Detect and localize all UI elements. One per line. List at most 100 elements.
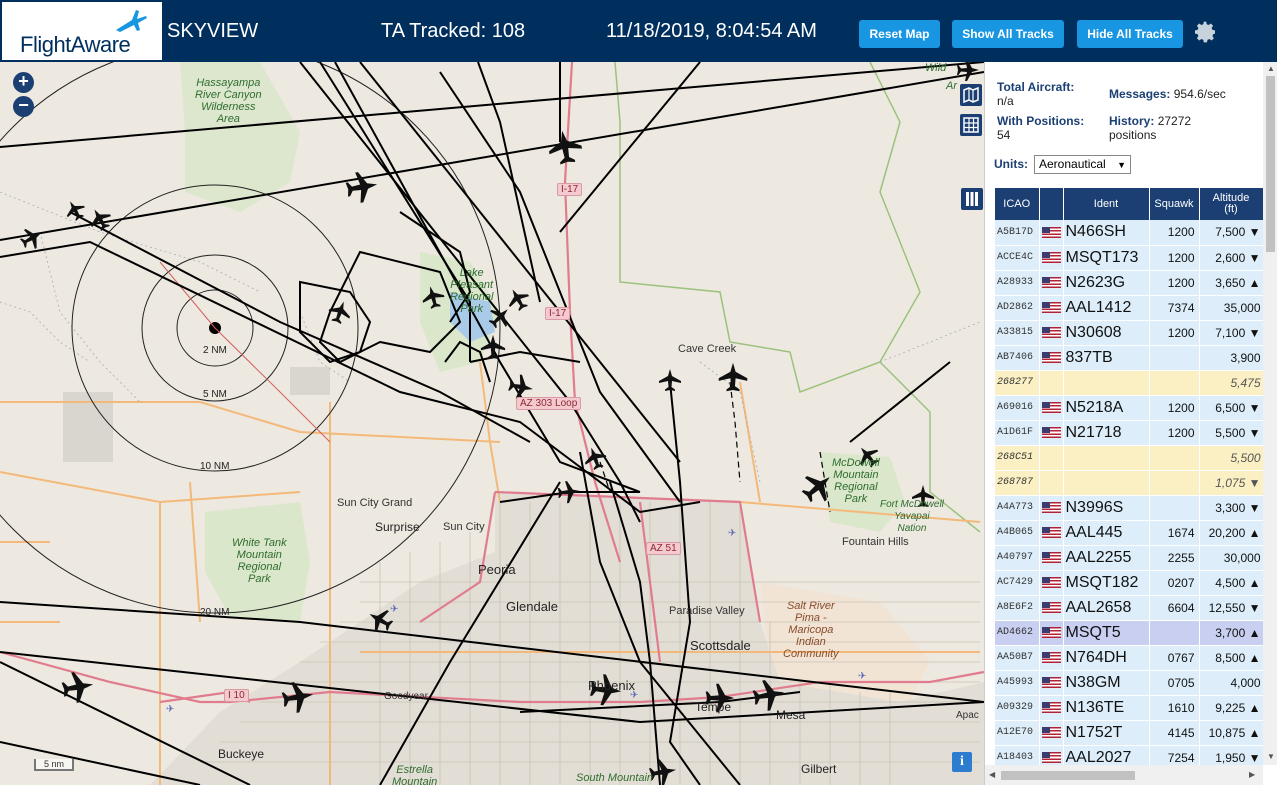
col-header-altitude[interactable]: Altitude (ft)	[1199, 188, 1263, 220]
label-gilbert: Gilbert	[801, 762, 837, 776]
table-row[interactable]: A12E70 N1752T 4145 10,875 ▲	[995, 720, 1263, 746]
label-mcdowell: McDowell Mountain Regional Park	[832, 457, 880, 505]
table-row[interactable]: ACCE4C MSQT173 1200 2,600 ▼	[995, 245, 1263, 271]
with-positions-stat: With Positions: 54	[997, 114, 1084, 142]
svg-text:✈: ✈	[728, 528, 736, 539]
settings-gear-icon[interactable]	[1194, 20, 1218, 44]
label-fort-mcdowell: Fort McDowell Yavapai Nation	[880, 499, 944, 534]
flightaware-logo[interactable]: FlightAware	[2, 2, 162, 60]
label-scottsdale: Scottsdale	[690, 638, 751, 653]
table-row[interactable]: AB7406 837TB 3,900	[995, 345, 1263, 371]
zoom-out-button[interactable]: −	[13, 96, 34, 117]
table-header-row: ICAO Ident Squawk Altitude (ft)	[995, 188, 1263, 220]
history-label: History:	[1109, 114, 1155, 128]
table-row[interactable]: AA50B7 N764DH 0767 8,500 ▲	[995, 645, 1263, 671]
map-view[interactable]: ✈ ✈ ✈ ✈ ✈ Hassayampa River Canyon Wilder…	[0, 62, 984, 785]
cell-squawk: 0767	[1149, 645, 1200, 671]
cell-squawk: 1610	[1149, 695, 1200, 721]
table-row[interactable]: A1D61F N21718 1200 5,500 ▼	[995, 420, 1263, 446]
cell-squawk: 1200	[1149, 270, 1200, 296]
cell-flag	[1039, 395, 1064, 421]
table-row[interactable]: AC7429 MSQT182 0207 4,500 ▲	[995, 570, 1263, 596]
scroll-up-icon[interactable]: ▲	[1267, 64, 1275, 73]
show-all-tracks-button[interactable]: Show All Tracks	[952, 20, 1064, 48]
cell-ident: AAL2658	[1063, 595, 1150, 621]
hide-all-tracks-button[interactable]: Hide All Tracks	[1077, 20, 1183, 48]
table-row[interactable]: A4A773 N3996S 3,300 ▼	[995, 495, 1263, 521]
cell-icao: AD4662	[995, 620, 1040, 646]
info-button[interactable]: i	[952, 752, 972, 772]
cell-altitude: 3,650 ▲	[1199, 270, 1263, 296]
tracked-count: TA Tracked: 108	[381, 20, 526, 42]
skyview-app: FlightAware SKYVIEW TA Tracked: 108 11/1…	[0, 0, 1277, 785]
table-row[interactable]: AD4662 MSQT5 3,700 ▲	[995, 620, 1263, 646]
map-layers-icon[interactable]	[960, 84, 982, 106]
messages-stat: Messages: 954.6/sec	[1109, 87, 1226, 101]
table-row[interactable]: 268277 5,475	[995, 370, 1263, 396]
zoom-in-button[interactable]: +	[13, 72, 34, 93]
cell-squawk: 2255	[1149, 545, 1200, 571]
cell-icao: A45993	[995, 670, 1040, 696]
scroll-left-icon[interactable]: ◀	[989, 770, 995, 779]
us-flag-icon	[1041, 676, 1061, 688]
cell-flag	[1039, 320, 1064, 346]
cell-ident: MSQT5	[1063, 620, 1150, 646]
cell-icao: A28933	[995, 270, 1040, 296]
col-header-icao[interactable]: ICAO	[995, 188, 1040, 220]
table-row[interactable]: 268C51 5,500	[995, 445, 1263, 471]
col-header-ident[interactable]: Ident	[1063, 188, 1150, 220]
table-view-icon[interactable]	[960, 114, 982, 136]
cell-icao: AA50B7	[995, 645, 1040, 671]
label-peoria: Peoria	[478, 562, 516, 577]
horizontal-scroll-thumb[interactable]	[1001, 771, 1135, 780]
highway-i17-mid: I-17	[545, 307, 571, 320]
col-header-squawk[interactable]: Squawk	[1149, 188, 1200, 220]
table-row[interactable]: A18403 AAL2027 7254 1,950 ▼	[995, 745, 1263, 765]
cell-ident: MSQT173	[1063, 245, 1150, 271]
us-flag-icon	[1041, 701, 1061, 713]
units-label: Units:	[994, 157, 1028, 171]
table-row[interactable]: A09329 N136TE 1610 9,225 ▲	[995, 695, 1263, 721]
table-row[interactable]: A69016 N5218A 1200 6,500 ▼	[995, 395, 1263, 421]
reset-map-button[interactable]: Reset Map	[859, 20, 940, 48]
table-row[interactable]: A33815 N30608 1200 7,100 ▼	[995, 320, 1263, 346]
cell-flag	[1039, 745, 1064, 765]
label-goodyear: Goodyear	[384, 691, 428, 702]
units-select[interactable]: Aeronautical	[1034, 155, 1131, 174]
table-row[interactable]: 268787 1,075 ▼	[995, 470, 1263, 496]
column-toggle-icon[interactable]	[961, 188, 983, 210]
table-row[interactable]: A40797 AAL2255 2255 30,000	[995, 545, 1263, 571]
scroll-down-icon[interactable]: ▼	[1267, 752, 1275, 761]
cell-ident: N30608	[1063, 320, 1150, 346]
cell-altitude: 5,475	[1199, 370, 1263, 396]
us-flag-icon	[1041, 401, 1061, 413]
cell-ident: N21718	[1063, 420, 1150, 446]
cell-flag	[1039, 245, 1064, 271]
table-row[interactable]: A5B17D N466SH 1200 7,500 ▼	[995, 220, 1263, 246]
map-canvas: ✈ ✈ ✈ ✈ ✈	[0, 62, 984, 785]
table-row[interactable]: A4B065 AAL445 1674 20,200 ▲	[995, 520, 1263, 546]
cell-altitude: 3,700 ▲	[1199, 620, 1263, 646]
col-header-flag[interactable]	[1039, 188, 1064, 220]
ring-label-5nm: 5 NM	[203, 389, 227, 400]
table-row[interactable]: A45993 N38GM 0705 4,000	[995, 670, 1263, 696]
cell-altitude: 4,500 ▲	[1199, 570, 1263, 596]
cell-squawk: 1200	[1149, 420, 1200, 446]
horizontal-scrollbar[interactable]: ◀ ▶	[985, 765, 1263, 785]
scroll-right-icon[interactable]: ▶	[1249, 770, 1255, 779]
cell-flag	[1039, 470, 1064, 496]
vertical-scroll-thumb[interactable]	[1266, 76, 1275, 252]
us-flag-icon	[1041, 551, 1061, 563]
table-row[interactable]: A28933 N2623G 1200 3,650 ▲	[995, 270, 1263, 296]
history-unit: positions	[1109, 128, 1157, 142]
label-lake-pleasant: Lake Pleasant Regional Park	[450, 267, 494, 315]
label-hassayampa-text: Hassayampa River Canyon Wilderness Area	[195, 77, 262, 125]
table-row[interactable]: A8E6F2 AAL2658 6604 12,550 ▼	[995, 595, 1263, 621]
cell-squawk	[1149, 370, 1200, 396]
vertical-scrollbar[interactable]: ▲ ▼	[1263, 62, 1277, 765]
ring-label-2nm: 2 NM	[203, 345, 227, 356]
table-row[interactable]: AD2862 AAL1412 7374 35,000	[995, 295, 1263, 321]
svg-text:✈: ✈	[390, 604, 398, 615]
cell-ident: AAL1412	[1063, 295, 1150, 321]
cell-flag	[1039, 620, 1064, 646]
